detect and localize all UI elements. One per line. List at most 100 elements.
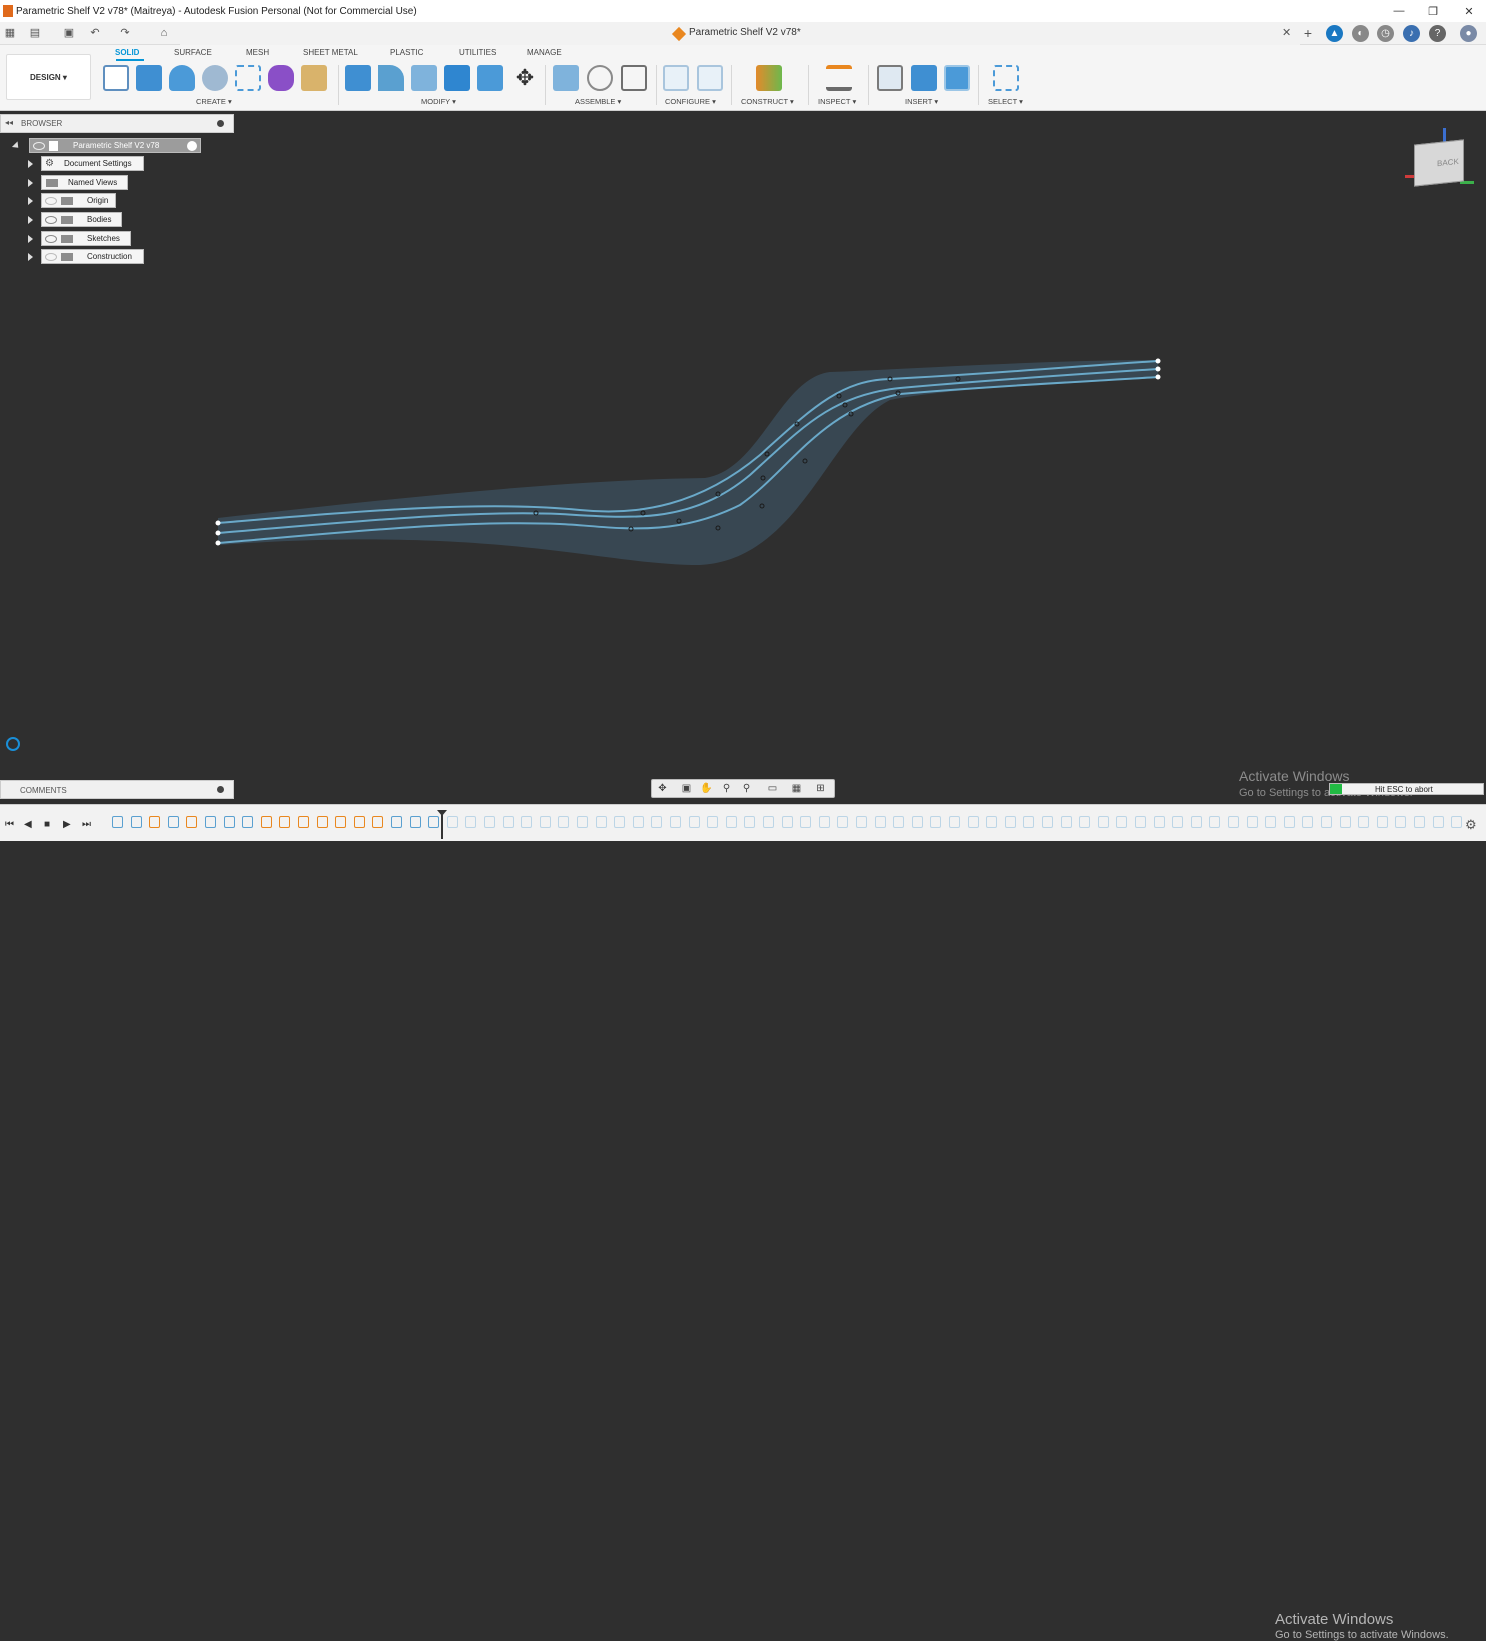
timeline-feature-step[interactable] [874,816,886,828]
timeline-last-icon[interactable]: ⏭ [82,819,91,830]
visibility-eye-icon[interactable] [45,215,57,224]
workspace-switcher-button[interactable]: DESIGN ▾ [6,54,91,100]
timeline-first-icon[interactable]: ⏮ [5,819,14,830]
timeline-feature-step[interactable] [1432,816,1444,828]
notifications-icon[interactable]: ♪ [1403,25,1420,42]
timeline-feature-step[interactable] [1376,816,1388,828]
tab-plastic[interactable]: PLASTIC [390,48,423,57]
comments-panel-header[interactable]: COMMENTS [0,780,234,799]
timeline-feature-step[interactable] [316,816,328,828]
viewports-icon[interactable]: ⊞ [814,783,827,795]
timeline-feature-step[interactable] [911,816,923,828]
new-component-icon[interactable] [553,65,579,91]
timeline-feature-step[interactable] [1116,816,1128,828]
timeline-feature-step[interactable] [1451,816,1463,828]
timeline-feature-step[interactable] [1004,816,1016,828]
home-icon[interactable]: ⌂ [157,26,171,40]
timeline-feature-step[interactable] [465,816,477,828]
timeline-feature-step[interactable] [1023,816,1035,828]
timeline-feature-step[interactable] [484,816,495,828]
job-status-icon[interactable]: ◐ [1352,25,1369,42]
browser-item-sketches[interactable]: Sketches [41,231,131,246]
browser-item-document-settings[interactable]: ⚙ Document Settings [41,156,144,171]
tab-mesh[interactable]: MESH [246,48,269,57]
timeline-feature-step[interactable] [298,816,309,828]
insert-group-label[interactable]: INSERT ▾ [905,97,938,106]
timeline-feature-step[interactable] [521,816,533,828]
press-pull-icon[interactable] [345,65,371,91]
timeline-feature-step[interactable] [409,816,421,828]
timeline-feature-step[interactable] [1414,816,1425,828]
timeline-feature-step[interactable] [149,816,161,828]
timeline-feature-step[interactable] [186,816,198,828]
timeline-feature-step[interactable] [428,816,440,828]
new-tab-plus-icon[interactable]: + [1301,26,1315,40]
combine-icon[interactable] [444,65,470,91]
zoom-window-icon[interactable]: ⚲ [740,783,753,795]
timeline-feature-step[interactable] [279,816,291,828]
timeline-feature-step[interactable] [1265,816,1277,828]
timeline-feature-step[interactable] [1321,816,1332,828]
timeline-feature-step[interactable] [856,816,867,828]
timeline-feature-step[interactable] [112,816,123,828]
timeline-feature-step[interactable] [130,816,142,828]
timeline-feature-step[interactable] [967,816,979,828]
apps-grid-icon[interactable]: ▦ [3,26,17,40]
timeline-settings-gear-icon[interactable]: ⚙ [1465,817,1477,833]
grid-settings-icon[interactable]: ▦ [790,783,803,795]
move-copy-icon[interactable]: ✥ [512,65,538,91]
timeline-feature-step[interactable] [446,816,458,828]
assemble-group-label[interactable]: ASSEMBLE ▾ [575,97,621,106]
tab-surface[interactable]: SURFACE [174,48,212,57]
parameters-icon[interactable] [663,65,689,91]
orbit-icon[interactable]: ✥ [656,783,669,795]
timeline-feature-step[interactable] [1135,816,1146,828]
bill-of-materials-icon[interactable] [621,65,647,91]
offset-plane-icon[interactable] [756,65,782,91]
timeline-feature-step[interactable] [1172,816,1184,828]
construct-group-label[interactable]: CONSTRUCT ▾ [741,97,794,106]
document-tab[interactable]: Parametric Shelf V2 v78* ✕ [180,22,1300,45]
clock-icon[interactable]: ◷ [1377,25,1394,42]
timeline-feature-step[interactable] [837,816,849,828]
timeline-feature-step[interactable] [986,816,998,828]
timeline-feature-step[interactable] [670,816,681,828]
document-tab-close-icon[interactable]: ✕ [1282,26,1291,39]
browser-panel-header[interactable]: ◂◂ BROWSER [0,114,234,133]
create-sketch-icon[interactable] [103,65,129,91]
browser-item-construction[interactable]: Construction [41,249,144,264]
joint-icon[interactable] [587,65,613,91]
timeline-feature-step[interactable] [539,816,551,828]
timeline-feature-step[interactable] [1153,816,1165,828]
timeline-feature-step[interactable] [353,816,365,828]
user-avatar[interactable]: ● [1460,25,1477,42]
timeline-feature-step[interactable] [949,816,960,828]
timeline-feature-step[interactable] [242,816,254,828]
timeline-feature-step[interactable] [260,816,272,828]
timeline-feature-step[interactable] [502,816,514,828]
modify-group-label[interactable]: MODIFY ▾ [421,97,456,106]
expand-icon[interactable] [28,235,33,243]
browser-pin-icon[interactable] [217,120,224,127]
expand-icon[interactable] [28,160,33,168]
pan-icon[interactable]: ✋ [700,783,713,795]
visibility-eye-icon[interactable] [45,234,57,243]
timeline-feature-step[interactable] [1079,816,1091,828]
timeline-feature-step[interactable] [372,816,384,828]
visibility-eye-icon[interactable] [33,141,45,150]
timeline-feature-step[interactable] [893,816,905,828]
browser-item-origin[interactable]: Origin [41,193,116,208]
inspect-group-label[interactable]: INSPECT ▾ [818,97,856,106]
timeline-feature-step[interactable] [725,816,737,828]
timeline-feature-step[interactable] [688,816,700,828]
derive-icon[interactable] [301,65,327,91]
timeline-feature-step[interactable] [651,816,663,828]
timeline-feature-step[interactable] [205,816,216,828]
browser-root-node[interactable]: Parametric Shelf V2 v78 [29,138,201,153]
timeline-feature-step[interactable] [1097,816,1109,828]
fillet-icon[interactable] [378,65,404,91]
hole-icon[interactable] [202,65,228,91]
expand-icon[interactable] [28,216,33,224]
create-group-label[interactable]: CREATE ▾ [196,97,232,106]
tab-utilities[interactable]: UTILITIES [459,48,496,57]
